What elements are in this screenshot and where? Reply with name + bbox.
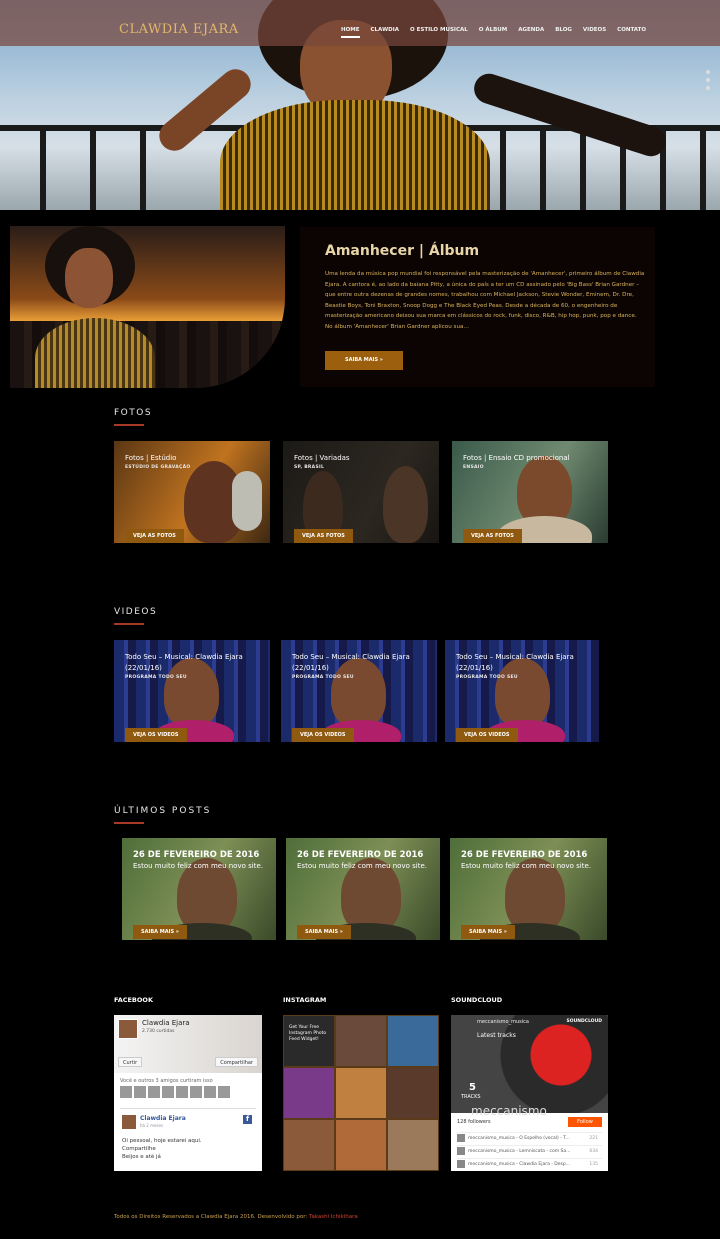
saiba-mais-button[interactable]: SAIBA MAIS » bbox=[297, 925, 352, 939]
card-title: Todo Seu – Musical: Clawdia Ejara (22/01/… bbox=[292, 653, 410, 672]
card-subtitle: PROGRAMA TODO SEU bbox=[456, 675, 518, 680]
menu-clawdia[interactable]: CLAWDIA bbox=[371, 27, 400, 33]
foto-card-estudio[interactable]: Fotos | Estúdio ESTÚDIO DE GRAVAÇÃO VEJA… bbox=[114, 441, 270, 543]
post-excerpt: Estou muito feliz com meu novo site. bbox=[297, 862, 427, 870]
post-date: 26 DE FEVEREIRO DE 2016 bbox=[297, 850, 424, 860]
saiba-mais-button[interactable]: SAIBA MAIS » bbox=[461, 925, 516, 939]
video-card-2[interactable]: Todo Seu – Musical: Clawdia Ejara (22/01/… bbox=[281, 640, 437, 742]
post-excerpt: Estou muito feliz com meu novo site. bbox=[461, 862, 591, 870]
video-card-3[interactable]: Todo Seu – Musical: Clawdia Ejara (22/01/… bbox=[445, 640, 599, 742]
post-date: 26 DE FEVEREIRO DE 2016 bbox=[133, 850, 260, 860]
facebook-post: Clawdia Ejara há 2 meses f Oi pessoal, h… bbox=[120, 1108, 256, 1171]
post-time: há 2 meses bbox=[140, 1123, 164, 1128]
foto-card-variadas[interactable]: Fotos | Variadas SP, BRASIL VEJA AS FOTO… bbox=[283, 441, 439, 543]
veja-videos-button[interactable]: VEJA OS VIDEOS bbox=[456, 728, 518, 742]
video-card-1[interactable]: Todo Seu – Musical: Clawdia Ejara (22/01/… bbox=[114, 640, 270, 742]
site-logo[interactable]: CLAWDIA EJARA bbox=[119, 22, 239, 37]
menu-home[interactable]: HOME bbox=[341, 27, 360, 38]
album-photo bbox=[10, 226, 285, 388]
avatar[interactable] bbox=[118, 1019, 138, 1039]
card-subtitle: PROGRAMA TODO SEU bbox=[125, 675, 187, 680]
foto-card-ensaio[interactable]: Fotos | Ensaio CD promocional ENSAIO VEJ… bbox=[452, 441, 608, 543]
post-card-2[interactable]: 26 DE FEVEREIRO DE 2016 Estou muito feli… bbox=[286, 838, 440, 940]
facebook-friends-text: Você e outros 3 amigos curtiram isso bbox=[120, 1078, 213, 1084]
card-title: Fotos | Variadas bbox=[294, 454, 350, 462]
album-description: Uma lenda da música pop mundial foi resp… bbox=[325, 271, 645, 330]
facebook-icon: f bbox=[243, 1115, 252, 1124]
soundcloud-track[interactable]: meccanismo_musica - Lemniscata - com Sa.… bbox=[457, 1145, 602, 1157]
main-menu: HOME CLAWDIA O ESTILO MUSICAL O ÁLBUM AG… bbox=[341, 27, 646, 38]
veja-videos-button[interactable]: VEJA OS VIDEOS bbox=[125, 728, 187, 742]
soundcloud-latest: Latest tracks bbox=[477, 1032, 516, 1039]
top-navbar: CLAWDIA EJARA HOME CLAWDIA O ESTILO MUSI… bbox=[0, 0, 720, 46]
card-subtitle: PROGRAMA TODO SEU bbox=[292, 675, 354, 680]
facebook-share-button[interactable]: Compartilhar bbox=[215, 1057, 258, 1067]
instagram-widget[interactable]: Get Your Free Instagram Photo Feed Widge… bbox=[283, 1015, 439, 1171]
card-title: Fotos | Estúdio bbox=[125, 454, 177, 462]
soundcloud-track[interactable]: meccanismo_musica - O Espelho (vocal) - … bbox=[457, 1132, 602, 1144]
soundcloud-logo-icon: SOUNDCLOUD bbox=[566, 1019, 602, 1024]
menu-contato[interactable]: CONTATO bbox=[617, 27, 646, 33]
post-card-1[interactable]: 26 DE FEVEREIRO DE 2016 Estou muito feli… bbox=[122, 838, 276, 940]
card-subtitle: ENSAIO bbox=[463, 465, 484, 470]
card-subtitle: SP, BRASIL bbox=[294, 465, 325, 470]
soundcloud-title: SOUNDCLOUD bbox=[451, 996, 503, 1004]
soundcloud-followers: 128 followers bbox=[457, 1119, 491, 1125]
veja-fotos-button[interactable]: VEJA AS FOTOS bbox=[125, 529, 184, 543]
soundcloud-widget[interactable]: meccanismo_musica Latest tracks SOUNDCLO… bbox=[451, 1015, 608, 1171]
slider-dots[interactable] bbox=[706, 70, 712, 94]
post-card-3[interactable]: 26 DE FEVEREIRO DE 2016 Estou muito feli… bbox=[450, 838, 607, 940]
footer: Todos os Direitos Reservados a Clawdia E… bbox=[114, 1214, 358, 1220]
soundcloud-follow-button[interactable]: Follow bbox=[568, 1117, 602, 1127]
album-title: Amanhecer | Álbum bbox=[325, 243, 480, 259]
posts-section-title: ÚLTIMOS POSTS bbox=[114, 806, 212, 824]
avatar bbox=[122, 1115, 136, 1129]
facebook-likes: 2.730 curtidas bbox=[142, 1029, 175, 1034]
soundcloud-track-count: 5 bbox=[469, 1082, 476, 1093]
soundcloud-artwork-text: meccanismo bbox=[471, 1104, 547, 1118]
fotos-section-title: FOTOS bbox=[114, 408, 153, 426]
facebook-widget[interactable]: Clawdia Ejara 2.730 curtidas Curtir Comp… bbox=[114, 1015, 262, 1171]
instagram-caption[interactable]: Get Your Free Instagram Photo Feed Widge… bbox=[289, 1025, 333, 1043]
menu-blog[interactable]: BLOG bbox=[555, 27, 572, 33]
post-date: 26 DE FEVEREIRO DE 2016 bbox=[461, 850, 588, 860]
menu-agenda[interactable]: AGENDA bbox=[518, 27, 544, 33]
menu-estilo-musical[interactable]: O ESTILO MUSICAL bbox=[410, 27, 468, 33]
menu-album[interactable]: O ÁLBUM bbox=[479, 27, 507, 33]
facebook-like-button[interactable]: Curtir bbox=[118, 1057, 143, 1067]
post-author[interactable]: Clawdia Ejara bbox=[140, 1115, 186, 1122]
soundcloud-track[interactable]: meccanismo_musica - Clawdia Ejara - Desp… bbox=[457, 1158, 602, 1170]
card-title: Fotos | Ensaio CD promocional bbox=[463, 454, 570, 462]
post-message: Oi pessoal, hoje estarei aqui. Compartil… bbox=[122, 1138, 202, 1160]
veja-fotos-button[interactable]: VEJA AS FOTOS bbox=[463, 529, 522, 543]
saiba-mais-button[interactable]: SAIBA MAIS » bbox=[133, 925, 188, 939]
footer-copyright: Todos os Direitos Reservados a Clawdia E… bbox=[114, 1214, 310, 1220]
instagram-title: INSTAGRAM bbox=[283, 996, 327, 1004]
menu-videos[interactable]: VIDEOS bbox=[583, 27, 606, 33]
card-title: Todo Seu – Musical: Clawdia Ejara (22/01/… bbox=[456, 653, 574, 672]
soundcloud-tracks-label: TRACKS bbox=[461, 1094, 481, 1100]
card-subtitle: ESTÚDIO DE GRAVAÇÃO bbox=[125, 465, 191, 470]
veja-videos-button[interactable]: VEJA OS VIDEOS bbox=[292, 728, 354, 742]
facebook-title: FACEBOOK bbox=[114, 996, 153, 1004]
soundcloud-user[interactable]: meccanismo_musica bbox=[477, 1019, 529, 1025]
facebook-friend-thumbs bbox=[120, 1086, 230, 1098]
post-excerpt: Estou muito feliz com meu novo site. bbox=[133, 862, 263, 870]
videos-section-title: VIDEOS bbox=[114, 607, 158, 625]
card-title: Todo Seu – Musical: Clawdia Ejara (22/01/… bbox=[125, 653, 243, 672]
facebook-page-name[interactable]: Clawdia Ejara bbox=[142, 1019, 190, 1027]
footer-author-link[interactable]: Takashi Ichikihara bbox=[309, 1214, 358, 1220]
veja-fotos-button[interactable]: VEJA AS FOTOS bbox=[294, 529, 353, 543]
album-saiba-mais-button[interactable]: SAIBA MAIS » bbox=[325, 351, 403, 370]
